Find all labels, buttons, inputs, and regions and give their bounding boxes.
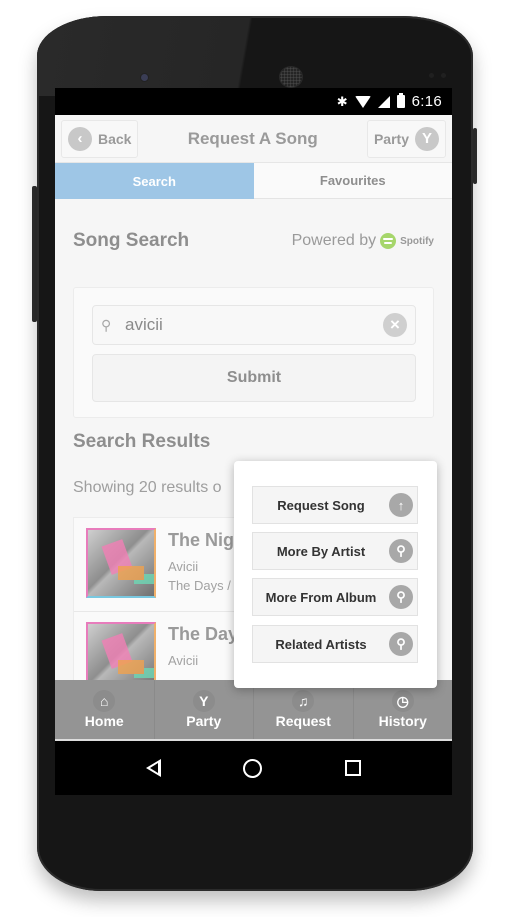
spotify-icon (380, 233, 397, 249)
arrow-up-icon: ↑ (389, 493, 413, 517)
back-label: Back (98, 130, 132, 147)
tab-strip: Search Favourites (55, 163, 452, 199)
cocktail-icon: Y (415, 126, 439, 151)
submit-button[interactable]: Submit (92, 354, 416, 402)
front-camera (141, 74, 148, 81)
proximity-sensor (429, 73, 434, 78)
status-bar: ✱ 6:16 (55, 88, 452, 115)
powered-by: Powered by Spotify (292, 232, 434, 250)
powered-by-label: Powered by (291, 232, 377, 249)
search-icon: ⚲ (389, 539, 413, 563)
related-artists-button[interactable]: Related Artists ⚲ (252, 625, 418, 663)
wifi-icon (354, 95, 371, 108)
chevron-left-icon: ‹ (68, 126, 92, 151)
cell-signal-icon (377, 95, 390, 108)
tab-party[interactable]: Y Party (155, 680, 254, 739)
search-icon: ⚲ (389, 585, 413, 609)
tab-request[interactable]: ♫ Request (254, 680, 354, 739)
request-song-button[interactable]: Request Song ↑ (252, 486, 418, 524)
search-field[interactable]: ⚲ × (92, 305, 416, 345)
tab-favourites[interactable]: Favourites (253, 163, 452, 199)
bottom-tab-bar: ⌂ Home Y Party ♫ Request ◷ History (55, 680, 452, 741)
nav-recents-icon[interactable] (344, 760, 361, 776)
bluetooth-icon: ✱ (336, 93, 348, 109)
page-title: Request A Song (187, 128, 318, 148)
search-results-heading: Search Results (73, 431, 211, 452)
more-by-artist-button[interactable]: More By Artist ⚲ (252, 532, 418, 570)
music-note-icon: ♫ (292, 690, 315, 712)
home-icon: ⌂ (93, 690, 116, 712)
system-nav-bar (55, 741, 452, 795)
search-input[interactable] (119, 315, 383, 335)
search-icon: ⚲ (389, 632, 413, 656)
clear-icon[interactable]: × (383, 313, 407, 337)
tab-history[interactable]: ◷ History (354, 680, 453, 739)
spotify-wordmark: Spotify (400, 235, 434, 247)
tab-search[interactable]: Search (55, 163, 254, 199)
tab-home[interactable]: ⌂ Home (55, 680, 155, 739)
nav-back-icon[interactable] (146, 759, 162, 777)
party-button[interactable]: Party Y (366, 119, 446, 158)
song-action-menu: Request Song ↑ More By Artist ⚲ More Fro… (234, 461, 437, 688)
back-button[interactable]: ‹ Back (61, 119, 139, 158)
app-screen: ✱ 6:16 ‹ Back Request A Song Party Y Sea… (55, 88, 452, 795)
album-art (86, 528, 156, 598)
light-sensor (441, 73, 446, 78)
song-search-heading: Song Search (73, 230, 190, 251)
status-time: 6:16 (411, 93, 442, 110)
earpiece-speaker (280, 67, 302, 87)
search-card: ⚲ × Submit (73, 287, 434, 418)
volume-button[interactable] (473, 128, 477, 184)
search-icon: ⚲ (101, 316, 112, 333)
party-label: Party (373, 130, 409, 147)
clock-icon: ◷ (391, 690, 414, 712)
cocktail-icon: Y (192, 690, 215, 712)
nav-home-icon[interactable] (243, 758, 263, 778)
header-bar: ‹ Back Request A Song Party Y (55, 115, 452, 163)
results-summary: Showing 20 results o (73, 479, 222, 496)
more-from-album-button[interactable]: More From Album ⚲ (252, 578, 418, 616)
battery-icon (396, 93, 405, 108)
